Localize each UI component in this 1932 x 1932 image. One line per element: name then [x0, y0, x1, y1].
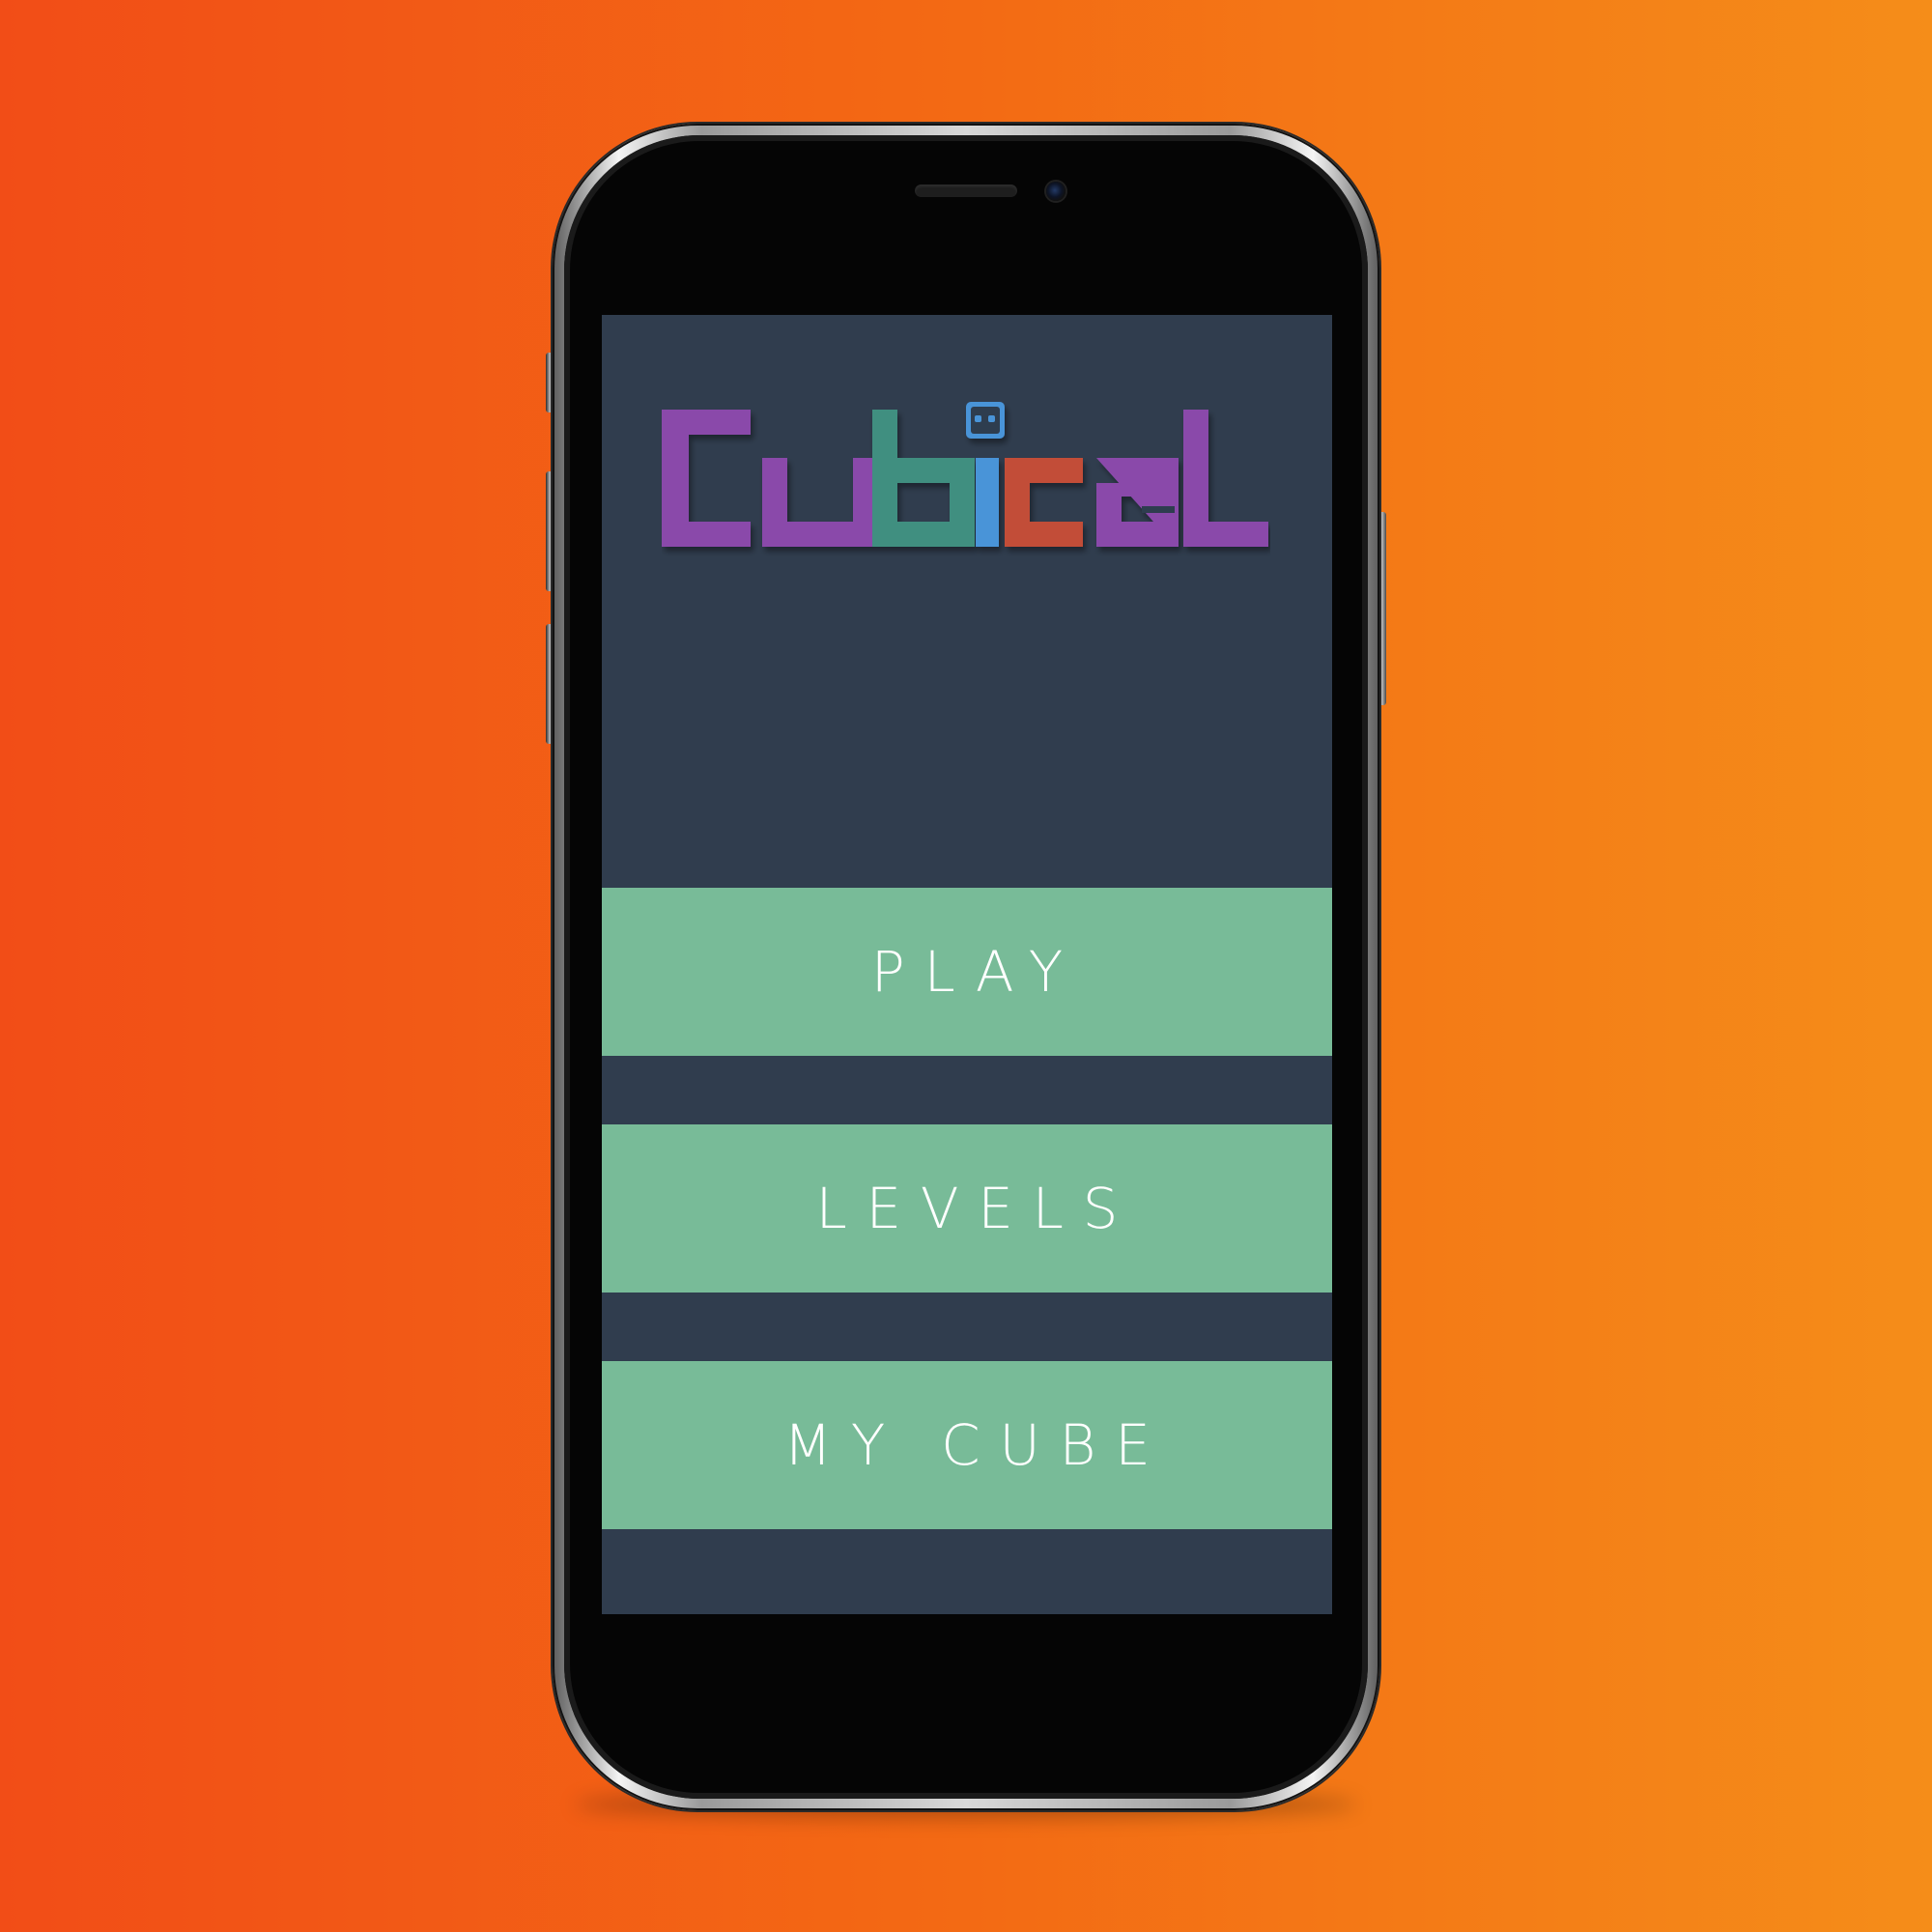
earpiece-speaker	[915, 185, 1017, 197]
app-screen: PLAY LEVELS MY CUBE	[602, 315, 1332, 1614]
cubical-logo	[662, 402, 1268, 547]
logo-letter-c2	[1005, 458, 1083, 547]
my-cube-button[interactable]: MY CUBE	[602, 1361, 1332, 1529]
cube-character-icon	[966, 402, 1005, 439]
logo-letter-a	[1096, 458, 1179, 547]
play-button[interactable]: PLAY	[602, 888, 1332, 1056]
logo-letter-u	[762, 458, 878, 547]
logo-letter-l	[1183, 410, 1268, 547]
logo-letter-i	[976, 458, 999, 547]
levels-button[interactable]: LEVELS	[602, 1124, 1332, 1293]
logo-letter-c	[662, 410, 751, 547]
logo-letter-b	[872, 410, 975, 547]
front-camera	[1046, 182, 1065, 201]
